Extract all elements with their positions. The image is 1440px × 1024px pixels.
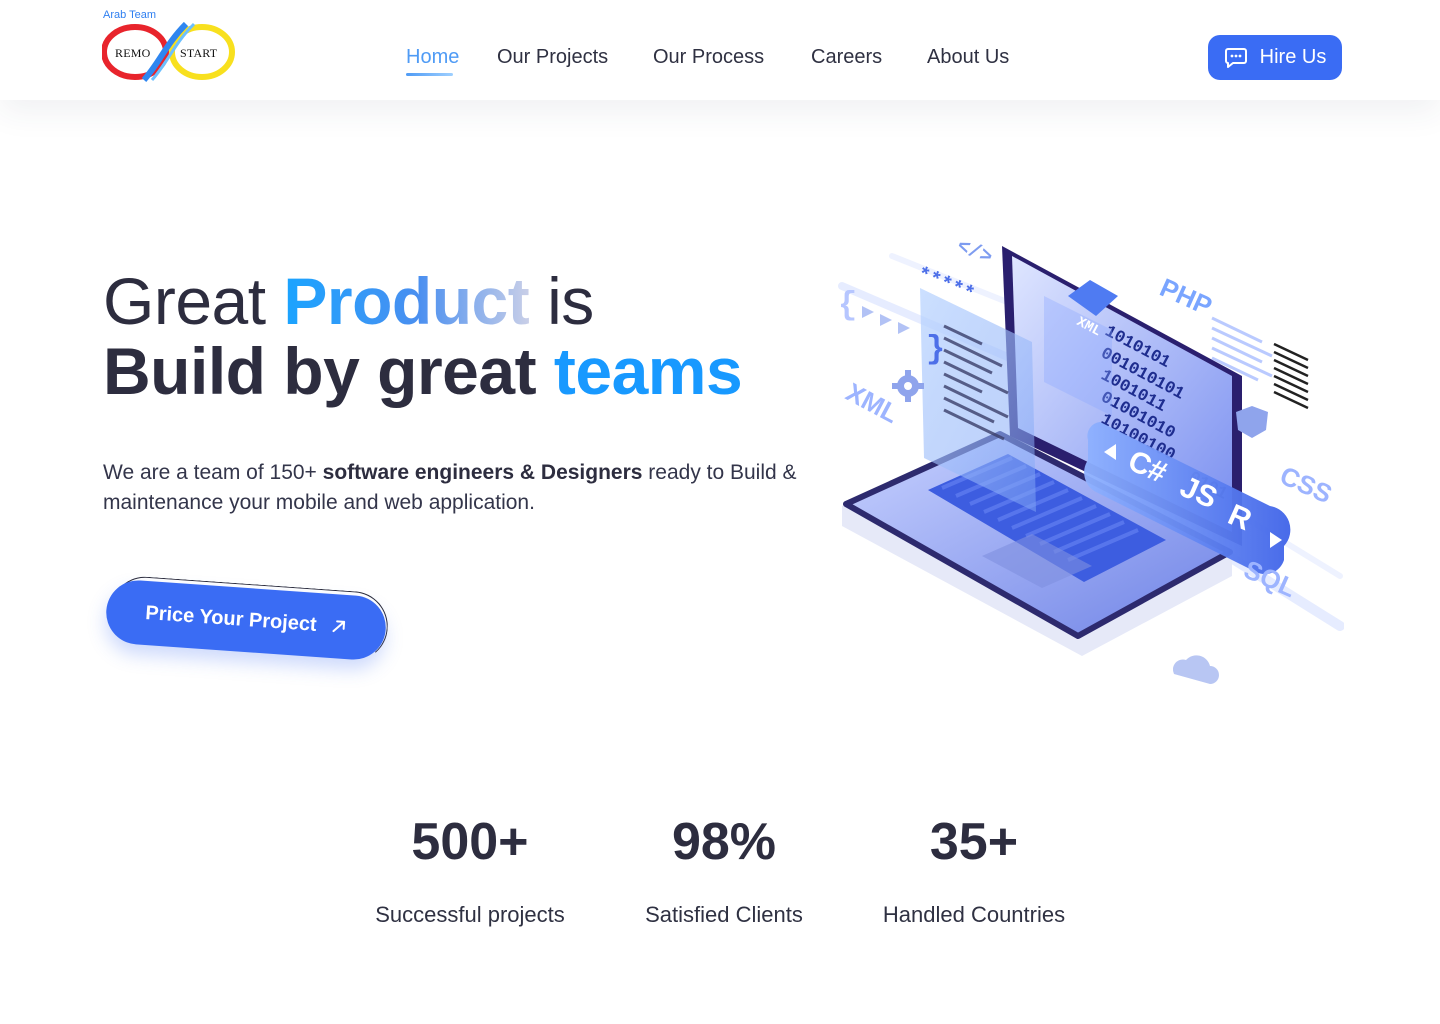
nav-our-process[interactable]: Our Process: [653, 46, 764, 69]
hire-us-button[interactable]: Hire Us: [1208, 35, 1342, 80]
hero-title-line-1: Great Product is: [103, 266, 742, 336]
stat-label: Satisfied Clients: [645, 902, 803, 927]
svg-text:}: }: [926, 331, 945, 368]
hero-title-text: Build by great: [103, 334, 554, 408]
hero-title-line-2: Build by great teams: [103, 334, 743, 408]
hero-title-text: Great: [103, 264, 284, 338]
laptop-code-illustration: 1010101 001010101 1001011 01001010 10100…: [838, 235, 1344, 684]
stat-label: Handled Countries: [882, 902, 1066, 927]
svg-text:CSS: CSS: [1276, 460, 1337, 509]
stat-handled-countries: 35+ Handled Countries: [864, 812, 1084, 928]
hero-title-highlight-teams: teams: [553, 334, 743, 408]
hire-us-label: Hire Us: [1259, 46, 1327, 68]
cta-area: Price Your Project: [104, 574, 394, 678]
cta-label: Price Your Project: [144, 601, 318, 636]
stat-satisfied-clients: 98% Satisfied Clients: [624, 812, 824, 928]
stripe-pattern: [1273, 342, 1309, 410]
hero-description: We are a team of 150+ software engineers…: [103, 458, 803, 518]
stat-label: Successful projects: [375, 902, 565, 927]
stat-value: 35+: [929, 813, 1019, 871]
svg-text:</>: </>: [953, 235, 995, 270]
hero-title-highlight-product: Product: [283, 264, 530, 338]
cloud-icon: [1172, 655, 1219, 684]
stat-value: 98%: [671, 813, 777, 871]
hero-title: Great Product is Build by great teams: [103, 266, 743, 408]
gear-icon: [892, 370, 924, 402]
site-header: Arab Team REMO START Home Our Projects O…: [0, 0, 1440, 100]
svg-text:{: {: [838, 287, 857, 324]
stat-value: 500+: [411, 813, 529, 871]
description-text: We are a team of 150+: [103, 461, 323, 484]
logo-word-remo: REMO: [115, 46, 151, 60]
logo[interactable]: Arab Team REMO START: [102, 8, 236, 84]
logo-word-start: START: [180, 46, 218, 60]
description-bold: software engineers & Designers: [322, 461, 643, 484]
svg-text:PHP: PHP: [1156, 272, 1217, 321]
nav-careers[interactable]: Careers: [811, 46, 882, 69]
hero-title-text: is: [529, 264, 594, 338]
stat-successful-projects: 500+ Successful projects: [360, 812, 580, 928]
nav-home[interactable]: Home: [406, 46, 459, 76]
arrow-up-right-icon: [332, 620, 345, 633]
logo-tagline: Arab Team: [103, 9, 156, 21]
chat-bubble-icon: [1224, 47, 1247, 68]
svg-text:SQL: SQL: [1240, 554, 1301, 603]
nav-about-us[interactable]: About Us: [927, 46, 1009, 69]
nav-our-projects[interactable]: Our Projects: [497, 46, 608, 69]
